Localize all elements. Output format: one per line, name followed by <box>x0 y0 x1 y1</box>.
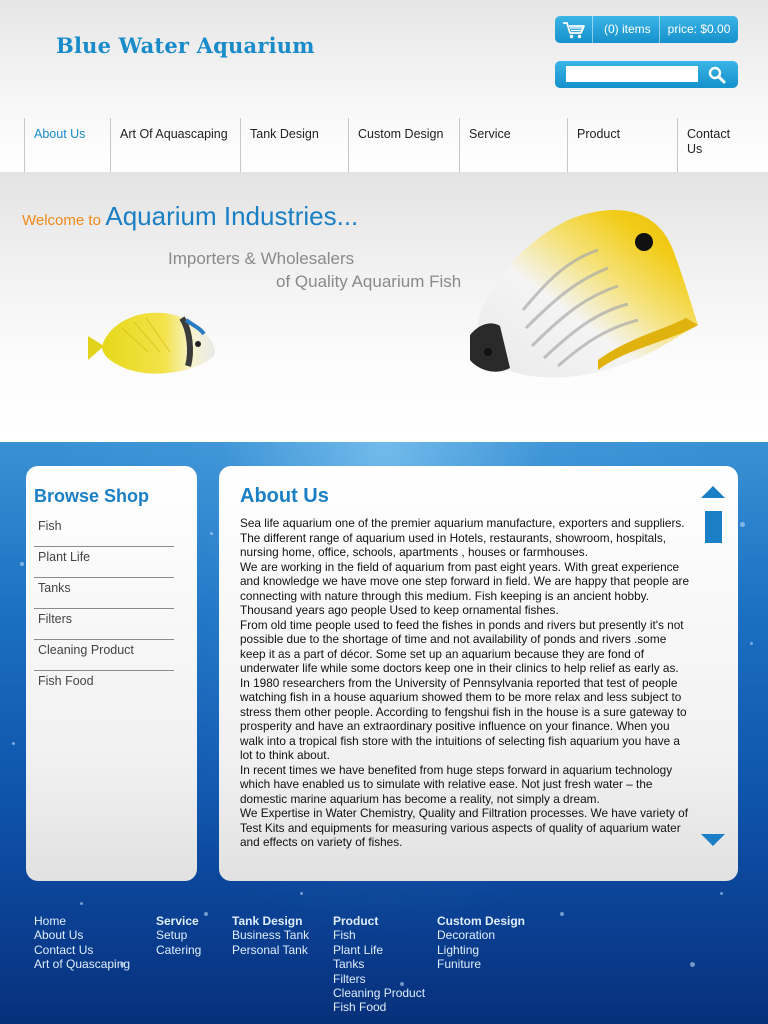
hero-banner: Welcome to Aquarium Industries... Import… <box>0 172 768 442</box>
about-paragraph: Sea life aquarium one of the premier aqu… <box>240 516 685 559</box>
footer-column-product: Product Fish Plant Life Tanks Filters Cl… <box>333 914 425 1015</box>
nav-item-product[interactable]: Product <box>567 118 677 172</box>
footer-link-home[interactable]: Home <box>34 914 130 928</box>
footer-heading-product[interactable]: Product <box>333 914 425 928</box>
footer-link-about-us[interactable]: About Us <box>34 928 130 942</box>
cart-summary[interactable]: (0) items price: $0.00 <box>555 16 738 43</box>
footer-link-catering[interactable]: Catering <box>156 943 201 957</box>
scroll-up-arrow-icon[interactable] <box>701 486 725 498</box>
footer-link-contact-us[interactable]: Contact Us <box>34 943 130 957</box>
cart-icon[interactable] <box>555 16 593 43</box>
footer-heading-service[interactable]: Service <box>156 914 201 928</box>
small-butterflyfish-image <box>88 312 216 374</box>
about-paragraph: From old time people used to feed the fi… <box>240 617 687 763</box>
tagline-line-1: Importers & Wholesalers <box>168 249 355 268</box>
footer-link-fish[interactable]: Fish <box>333 928 425 942</box>
shop-item-filters[interactable]: Filters <box>34 609 174 640</box>
about-paragraph: In recent times we have benefited from h… <box>240 762 673 806</box>
footer-link-business-tank[interactable]: Business Tank <box>232 928 309 942</box>
scrollbar-thumb[interactable] <box>705 511 722 543</box>
site-logo[interactable]: Blue Water Aquarium <box>56 33 315 58</box>
about-us-title: About Us <box>240 485 329 507</box>
about-paragraph: We are working in the field of aquarium … <box>240 559 690 618</box>
footer-link-cleaning-product[interactable]: Cleaning Product <box>333 986 425 1000</box>
footer-link-setup[interactable]: Setup <box>156 928 201 942</box>
welcome-text: Welcome to <box>22 212 101 229</box>
nav-item-custom-design[interactable]: Custom Design <box>348 118 459 172</box>
search-input[interactable] <box>566 66 698 82</box>
nav-item-service[interactable]: Service <box>459 118 567 172</box>
footer-heading-custom-design[interactable]: Custom Design <box>437 914 525 928</box>
shop-item-fish[interactable]: Fish <box>34 516 174 547</box>
footer-link-funiture[interactable]: Funiture <box>437 957 525 971</box>
nav-item-about-us[interactable]: About Us <box>24 118 110 172</box>
footer-link-tanks[interactable]: Tanks <box>333 957 425 971</box>
nav-item-art-of-aquascaping[interactable]: Art Of Aquascaping <box>110 118 240 172</box>
tagline-line-2: of Quality Aquarium Fish <box>276 272 462 291</box>
welcome-heading: Welcome to Aquarium Industries... <box>22 201 358 232</box>
footer-link-decoration[interactable]: Decoration <box>437 928 525 942</box>
company-name: Aquarium Industries... <box>105 201 359 231</box>
shop-item-tanks[interactable]: Tanks <box>34 578 174 609</box>
browse-shop-list: Fish Plant Life Tanks Filters Cleaning P… <box>34 516 174 702</box>
footer-link-personal-tank[interactable]: Personal Tank <box>232 943 309 957</box>
main-nav: About Us Art Of Aquascaping Tank Design … <box>24 118 748 172</box>
site-header: Blue Water Aquarium (0) items price: $0.… <box>0 0 768 172</box>
footer-heading-tank-design[interactable]: Tank Design <box>232 914 309 928</box>
browse-shop-title: Browse Shop <box>34 486 150 506</box>
cart-price: price: $0.00 <box>667 22 731 36</box>
footer-column-custom-design: Custom Design Decoration Lighting Funitu… <box>437 914 525 972</box>
search-icon[interactable] <box>705 64 729 85</box>
footer-column-tank-design: Tank Design Business Tank Personal Tank <box>232 914 309 957</box>
nav-item-tank-design[interactable]: Tank Design <box>240 118 348 172</box>
browse-shop-panel: Browse Shop Fish Plant Life Tanks Filter… <box>26 466 197 881</box>
shop-item-fish-food[interactable]: Fish Food <box>34 671 174 702</box>
scroll-down-arrow-icon[interactable] <box>701 834 725 846</box>
nav-item-contact-us[interactable]: Contact Us <box>677 118 748 172</box>
footer-link-plant-life[interactable]: Plant Life <box>333 943 425 957</box>
shop-item-cleaning-product[interactable]: Cleaning Product <box>34 640 174 671</box>
footer-link-lighting[interactable]: Lighting <box>437 943 525 957</box>
about-us-text: Sea life aquarium one of the premier aqu… <box>240 516 690 850</box>
footer-column-main: Home About Us Contact Us Art of Quascapi… <box>34 914 130 972</box>
about-paragraph: We Expertise in Water Chemistry, Quality… <box>240 806 689 849</box>
cart-items-count: (0) items <box>593 16 660 43</box>
footer-column-service: Service Setup Catering <box>156 914 201 957</box>
search-box <box>555 61 738 88</box>
about-us-panel: About Us Sea life aquarium one of the pr… <box>219 466 738 881</box>
footer-link-fish-food[interactable]: Fish Food <box>333 1000 425 1014</box>
footer-link-filters[interactable]: Filters <box>333 972 425 986</box>
shop-item-plant-life[interactable]: Plant Life <box>34 547 174 578</box>
large-butterflyfish-image <box>470 210 698 378</box>
footer-link-art-of-quascaping[interactable]: Art of Quascaping <box>34 957 130 971</box>
